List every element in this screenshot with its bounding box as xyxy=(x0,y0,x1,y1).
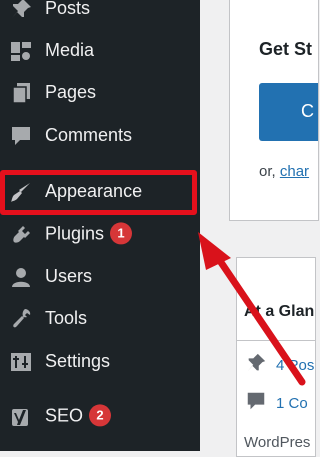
welcome-cta-button[interactable]: C xyxy=(259,83,318,141)
posts-count-link[interactable]: 4 Pos xyxy=(276,357,314,374)
menu-label-pages: Pages xyxy=(45,82,97,103)
posts-count-row[interactable]: 4 Pos xyxy=(245,352,314,379)
welcome-heading: Get St xyxy=(259,39,313,59)
menu-item-appearance[interactable]: Appearance xyxy=(0,171,200,213)
menu-label-settings: Settings xyxy=(45,351,111,372)
comment-icon xyxy=(9,124,33,148)
wrench-icon xyxy=(9,307,33,331)
welcome-alt-text: or, char xyxy=(259,163,310,180)
comment-icon xyxy=(245,390,267,417)
pin-icon xyxy=(9,0,33,21)
menu-label-users: Users xyxy=(45,266,93,287)
media-icon xyxy=(9,39,33,63)
wordpress-version-text: WordPres xyxy=(244,434,311,451)
pin-icon xyxy=(245,352,267,379)
menu-label-seo: SEO 2 xyxy=(45,404,112,427)
menu-item-posts[interactable]: Posts xyxy=(0,0,200,30)
plug-icon xyxy=(9,223,33,247)
menu-item-tools[interactable]: Tools xyxy=(0,298,200,340)
at-a-glance-header[interactable]: At a Glan xyxy=(237,258,315,341)
admin-sidebar: Posts Media Pages Comments Appearance Pl… xyxy=(0,0,200,451)
menu-item-pages[interactable]: Pages xyxy=(0,72,200,114)
seo-notification-badge: 2 xyxy=(89,404,112,427)
at-a-glance-panel: At a Glan 4 Pos 1 Co WordPres xyxy=(236,257,316,457)
menu-item-comments[interactable]: Comments xyxy=(0,115,200,157)
welcome-cta-label: C xyxy=(301,101,314,121)
menu-item-plugins[interactable]: Plugins 1 xyxy=(0,214,200,256)
menu-label-plugins: Plugins 1 xyxy=(45,222,133,245)
yoast-icon xyxy=(9,405,33,429)
user-icon xyxy=(9,265,33,289)
welcome-panel: Get St C or, char xyxy=(229,0,319,221)
change-theme-link[interactable]: char xyxy=(280,163,309,180)
menu-label-tools: Tools xyxy=(45,308,88,329)
paintbrush-icon xyxy=(9,180,33,204)
comments-count-row[interactable]: 1 Co xyxy=(245,390,308,417)
plugins-update-badge: 1 xyxy=(110,222,133,245)
at-a-glance-title: At a Glan xyxy=(244,303,315,320)
menu-label-appearance: Appearance xyxy=(45,181,143,202)
main-content: Get St C or, char At a Glan 4 Pos 1 Co W… xyxy=(200,0,319,457)
pages-icon xyxy=(9,81,33,105)
menu-item-users[interactable]: Users xyxy=(0,256,200,298)
menu-item-media[interactable]: Media xyxy=(0,30,200,72)
menu-label-posts: Posts xyxy=(45,0,91,19)
menu-item-settings[interactable]: Settings xyxy=(0,341,200,383)
menu-label-media: Media xyxy=(45,40,95,61)
menu-item-seo[interactable]: SEO 2 xyxy=(0,396,200,438)
settings-icon xyxy=(9,350,33,374)
menu-label-comments: Comments xyxy=(45,125,133,146)
comments-count-link[interactable]: 1 Co xyxy=(276,395,308,412)
